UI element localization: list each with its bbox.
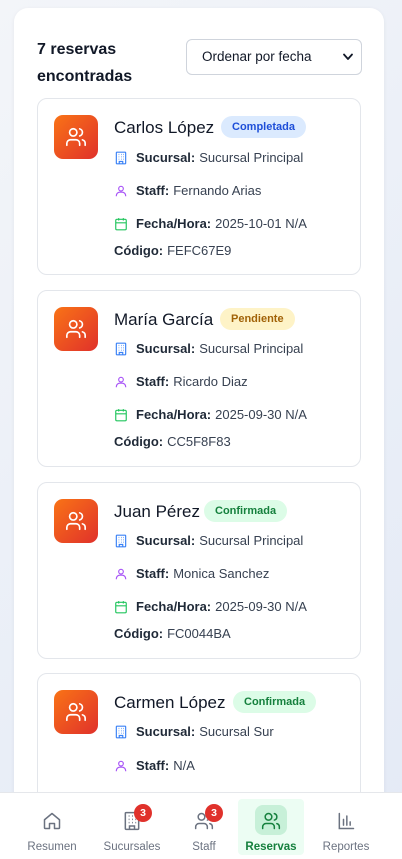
code-label: Código: bbox=[114, 243, 164, 258]
branch-label: Sucursal: bbox=[136, 341, 196, 356]
reservation-card[interactable]: Juan Pérez Confirmada Sucursal: Sucursal… bbox=[37, 482, 361, 659]
bottom-nav: Resumen 3 Sucursales 3 Staff Reservas Re… bbox=[0, 792, 402, 859]
users-icon bbox=[261, 812, 281, 830]
branch-value: Sucursal Principal bbox=[199, 150, 304, 165]
user-icon bbox=[114, 184, 128, 198]
results-header: 7 reservas encontradas Ordenar por fecha bbox=[37, 36, 367, 86]
branch-value: Sucursal Sur bbox=[199, 724, 274, 739]
bar-chart-icon bbox=[338, 812, 355, 830]
customer-name: Carlos López bbox=[114, 118, 215, 137]
user-icon bbox=[114, 759, 128, 773]
branch-value: Sucursal Principal bbox=[199, 341, 304, 356]
code-value: CC5F8F83 bbox=[167, 434, 231, 449]
reservation-card[interactable]: Carlos López Completada Sucursal: Sucurs… bbox=[37, 98, 361, 275]
building-icon bbox=[114, 342, 128, 356]
results-count: 7 reservas encontradas bbox=[37, 41, 133, 85]
nav-item-sucursales[interactable]: 3 Sucursales bbox=[97, 799, 167, 855]
code-value: FEFC67E9 bbox=[167, 243, 232, 258]
nav-label: Reservas bbox=[245, 841, 297, 853]
status-badge: Completada bbox=[221, 116, 306, 138]
staff-label: Staff: bbox=[136, 758, 170, 773]
branch-value: Sucursal Principal bbox=[199, 533, 304, 548]
reservation-card[interactable]: María García Pendiente Sucursal: Sucursa… bbox=[37, 290, 361, 467]
avatar bbox=[54, 115, 98, 159]
reservations-panel: 7 reservas encontradas Ordenar por fecha… bbox=[14, 8, 384, 808]
users-icon bbox=[66, 702, 86, 722]
datetime-value: 2025-10-01 N/A bbox=[215, 216, 307, 231]
avatar bbox=[54, 499, 98, 543]
nav-label: Sucursales bbox=[103, 841, 161, 853]
staff-value: Ricardo Diaz bbox=[173, 374, 248, 389]
staff-row: Staff: Monica Sanchez bbox=[114, 565, 269, 583]
nav-item-resumen[interactable]: Resumen bbox=[17, 799, 87, 855]
staff-row: Staff: Fernando Arias bbox=[114, 182, 261, 200]
code-row: Código: CC5F8F83 bbox=[114, 433, 231, 451]
status-badge: Confirmada bbox=[204, 500, 288, 522]
branch-row: Sucursal: Sucursal Principal bbox=[114, 340, 303, 358]
notification-badge: 3 bbox=[205, 804, 223, 822]
datetime-row: Fecha/Hora: 2025-09-30 N/A bbox=[114, 406, 307, 424]
users-icon bbox=[66, 319, 86, 339]
staff-label: Staff: bbox=[136, 183, 170, 198]
nav-item-reportes[interactable]: Reportes bbox=[311, 799, 381, 855]
datetime-label: Fecha/Hora: bbox=[136, 599, 212, 614]
avatar bbox=[54, 307, 98, 351]
code-value: FC0044BA bbox=[167, 626, 231, 641]
reservation-card[interactable]: Carmen López Confirmada Sucursal: Sucurs… bbox=[37, 673, 361, 808]
datetime-label: Fecha/Hora: bbox=[136, 407, 212, 422]
code-label: Código: bbox=[114, 626, 164, 641]
branch-row: Sucursal: Sucursal Principal bbox=[114, 149, 303, 167]
nav-label: Resumen bbox=[27, 841, 77, 853]
staff-value: N/A bbox=[173, 758, 195, 773]
branch-label: Sucursal: bbox=[136, 533, 196, 548]
sort-select[interactable]: Ordenar por fecha bbox=[186, 39, 362, 75]
customer-name: Carmen López bbox=[114, 693, 226, 712]
status-badge: Pendiente bbox=[220, 308, 295, 330]
calendar-icon bbox=[114, 217, 128, 231]
user-icon bbox=[114, 567, 128, 581]
staff-label: Staff: bbox=[136, 566, 170, 581]
nav-label: Staff bbox=[192, 841, 216, 853]
branch-row: Sucursal: Sucursal Principal bbox=[114, 532, 303, 550]
staff-row: Staff: N/A bbox=[114, 757, 195, 775]
calendar-icon bbox=[114, 600, 128, 614]
staff-row: Staff: Ricardo Diaz bbox=[114, 373, 248, 391]
user-icon bbox=[114, 375, 128, 389]
branch-label: Sucursal: bbox=[136, 150, 196, 165]
datetime-row: Fecha/Hora: 2025-09-30 N/A bbox=[114, 598, 307, 616]
home-icon bbox=[43, 812, 61, 830]
staff-value: Fernando Arias bbox=[173, 183, 262, 198]
datetime-row: Fecha/Hora: 2025-10-01 N/A bbox=[114, 215, 307, 233]
building-icon bbox=[114, 725, 128, 739]
branch-label: Sucursal: bbox=[136, 724, 196, 739]
customer-name: María García bbox=[114, 310, 214, 329]
users-icon bbox=[66, 127, 86, 147]
customer-name: Juan Pérez bbox=[114, 502, 200, 521]
building-icon bbox=[114, 151, 128, 165]
nav-label: Reportes bbox=[322, 841, 370, 853]
sort-select-value: Ordenar por fecha bbox=[202, 49, 312, 64]
code-row: Código: FC0044BA bbox=[114, 625, 231, 643]
staff-value: Monica Sanchez bbox=[173, 566, 270, 581]
code-row: Código: FEFC67E9 bbox=[114, 242, 231, 260]
calendar-icon bbox=[114, 408, 128, 422]
code-label: Código: bbox=[114, 434, 164, 449]
nav-item-reservas[interactable]: Reservas bbox=[238, 799, 304, 855]
status-badge: Confirmada bbox=[233, 691, 317, 713]
nav-item-staff[interactable]: 3 Staff bbox=[169, 799, 239, 855]
notification-badge: 3 bbox=[134, 804, 152, 822]
branch-row: Sucursal: Sucursal Sur bbox=[114, 723, 274, 741]
staff-label: Staff: bbox=[136, 374, 170, 389]
building-icon bbox=[114, 534, 128, 548]
datetime-label: Fecha/Hora: bbox=[136, 216, 212, 231]
datetime-value: 2025-09-30 N/A bbox=[215, 407, 307, 422]
chevron-down-icon bbox=[343, 53, 353, 60]
avatar bbox=[54, 690, 98, 734]
users-icon bbox=[66, 511, 86, 531]
datetime-value: 2025-09-30 N/A bbox=[215, 599, 307, 614]
